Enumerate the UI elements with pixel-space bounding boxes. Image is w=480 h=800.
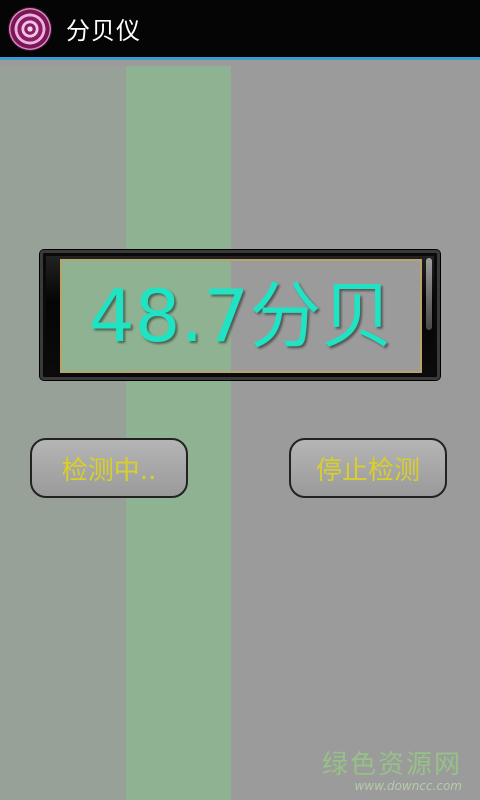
decibel-value: 48.7分贝 xyxy=(88,274,394,358)
watermark-url: www.downcc.com xyxy=(354,779,462,793)
action-bar: 分贝仪 xyxy=(0,0,480,57)
target-rings-icon xyxy=(8,6,52,51)
app-title: 分贝仪 xyxy=(66,17,141,45)
background-band-left xyxy=(0,66,126,800)
background-band-green xyxy=(126,66,231,800)
decibel-reading-panel: 48.7分贝 xyxy=(40,250,440,380)
stop-detection-button[interactable]: 停止检测 xyxy=(289,438,447,498)
main-content: 48.7分贝 检测中.. 停止检测 绿色资源网 www.downcc.com xyxy=(0,60,480,800)
watermark: 绿色资源网 www.downcc.com xyxy=(322,744,462,793)
watermark-main-text: 绿色资源网 xyxy=(321,750,462,780)
detecting-button[interactable]: 检测中.. xyxy=(30,438,188,498)
frame-sheen xyxy=(426,258,432,330)
reading-display: 48.7分贝 xyxy=(60,259,422,373)
